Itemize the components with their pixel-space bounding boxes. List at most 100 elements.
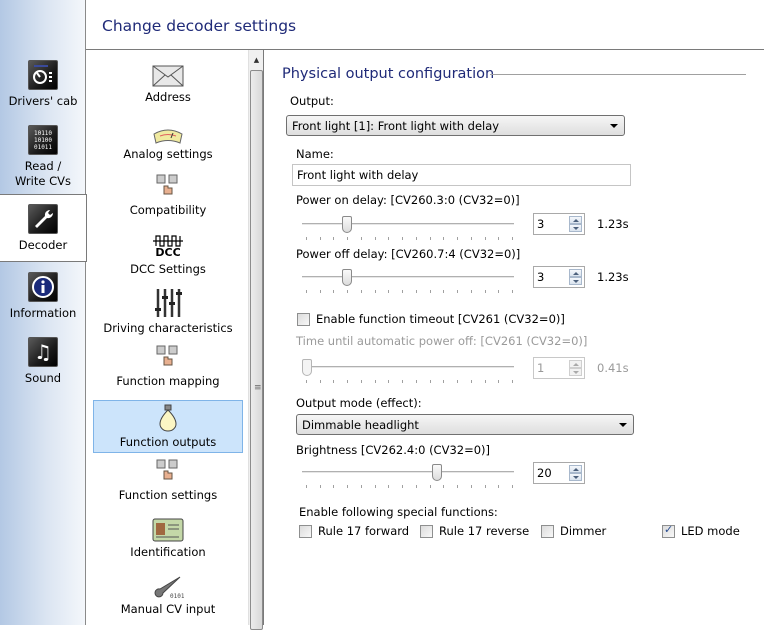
category-label: Compatibility <box>129 203 207 217</box>
slider-tick <box>457 380 459 383</box>
slider-tick <box>374 237 376 240</box>
checkbox-label: Enable function timeout [CV261 (CV32=0)] <box>316 312 565 326</box>
nav-item-sound[interactable]: ♫ Sound <box>0 337 86 386</box>
slider-tick <box>402 237 404 240</box>
slider-thumb[interactable] <box>342 269 353 286</box>
category-driving-characteristics[interactable]: Driving characteristics <box>93 288 243 335</box>
slider-track[interactable] <box>302 471 514 474</box>
category-label: Function mapping <box>116 374 220 388</box>
power-off-delay-slider[interactable] <box>302 268 514 294</box>
nav-item-information[interactable]: Information <box>0 272 86 321</box>
scroll-thumb[interactable]: ≡ <box>250 70 263 630</box>
page-title: Change decoder settings <box>102 17 297 35</box>
nav-label: Information <box>9 306 77 320</box>
spinner-value: 1 <box>537 361 545 375</box>
power-on-delay-slider[interactable] <box>302 215 514 241</box>
power-off-delay-spinner[interactable]: 3 <box>533 266 585 288</box>
dcc-icon-text: DCC <box>155 245 181 259</box>
slider-track[interactable] <box>302 276 514 279</box>
spinner-value: 3 <box>537 217 545 231</box>
category-function-mapping[interactable]: Function mapping <box>93 345 243 388</box>
spin-up-button[interactable] <box>569 465 582 473</box>
output-mode-value: Dimmable headlight <box>302 418 419 432</box>
slider-tick <box>347 237 349 240</box>
slider-tick <box>333 380 335 383</box>
slider-tick <box>360 290 362 293</box>
category-dcc-settings[interactable]: DCC DCC Settings <box>93 233 243 276</box>
drivers-cab-icon <box>28 60 58 90</box>
category-function-outputs[interactable]: Function outputs <box>93 400 243 453</box>
power-on-delay-spinner[interactable]: 3 <box>533 213 585 235</box>
spin-up-button[interactable] <box>569 269 582 277</box>
slider-tick <box>512 485 513 488</box>
slider-tick <box>470 237 472 240</box>
nav-item-drivers-cab[interactable]: Drivers' cab <box>0 60 86 109</box>
slider-thumb[interactable] <box>342 216 353 233</box>
slider-tick <box>347 290 349 293</box>
nav-label: Read / Write CVs <box>15 159 71 188</box>
category-function-settings[interactable]: Function settings <box>93 459 243 502</box>
checkbox-box[interactable] <box>420 524 433 538</box>
checkbox-box[interactable] <box>299 524 312 538</box>
output-mode-label: Output mode (effect): <box>296 396 422 410</box>
category-compatibility[interactable]: Compatibility <box>93 174 243 217</box>
auto-power-off-readout: 0.41s <box>597 361 629 375</box>
spin-down-button[interactable] <box>569 368 582 376</box>
rule17-forward-checkbox[interactable]: Rule 17 forward <box>299 524 409 538</box>
brightness-spinner[interactable]: 20 <box>533 462 585 484</box>
rule17-reverse-checkbox[interactable]: Rule 17 reverse <box>420 524 529 538</box>
spin-down-button[interactable] <box>569 277 582 285</box>
category-label: Analog settings <box>123 147 213 161</box>
auto-power-off-spinner[interactable]: 1 <box>533 357 585 379</box>
slider-tick <box>319 485 321 488</box>
brightness-slider[interactable] <box>302 463 514 489</box>
chevron-down-icon <box>610 124 618 128</box>
slider-ticks <box>306 380 513 384</box>
dimmer-checkbox[interactable]: Dimmer <box>541 524 606 538</box>
music-note-icon: ♫ <box>28 337 58 367</box>
category-manual-cv-input[interactable]: 0101 Manual CV input <box>93 575 243 616</box>
id-card-icon <box>93 518 243 542</box>
slider-track[interactable] <box>302 223 514 226</box>
category-analog-settings[interactable]: Analog settings <box>93 120 243 161</box>
function-timeout-checkbox[interactable]: Enable function timeout [CV261 (CV32=0)] <box>297 312 565 326</box>
name-input[interactable]: Front light with delay <box>292 164 631 186</box>
slider-tick <box>306 290 307 293</box>
slider-tick <box>374 380 376 383</box>
auto-power-off-slider[interactable] <box>302 358 514 384</box>
slider-tick <box>402 380 404 383</box>
slider-tick <box>319 237 321 240</box>
scroll-up-button[interactable]: ▲ <box>249 52 264 68</box>
output-mode-select[interactable]: Dimmable headlight <box>296 414 634 435</box>
spin-up-button[interactable] <box>569 360 582 368</box>
spin-up-button[interactable] <box>569 216 582 224</box>
slider-tick <box>498 485 500 488</box>
power-on-delay-readout: 1.23s <box>597 217 629 231</box>
category-scrollbar[interactable]: ▲ ≡ <box>248 50 264 630</box>
slider-tick <box>484 380 486 383</box>
nav-item-decoder[interactable]: Decoder <box>0 194 87 262</box>
output-select[interactable]: Front light [1]: Front light with delay <box>286 115 625 136</box>
checkbox-box[interactable] <box>541 524 554 538</box>
category-address[interactable]: Address <box>93 63 243 104</box>
category-identification[interactable]: Identification <box>93 518 243 559</box>
nav-item-read-write-cvs[interactable]: 10110 10100 01011 Read / Write CVs <box>0 125 86 189</box>
light-bulb-icon <box>94 404 242 432</box>
slider-tick <box>470 380 472 383</box>
slider-thumb[interactable] <box>432 464 443 481</box>
checkbox-label: Dimmer <box>560 524 607 538</box>
slider-tick <box>388 485 390 488</box>
slider-thumb[interactable] <box>302 359 312 376</box>
slider-track[interactable] <box>302 366 514 369</box>
spin-down-button[interactable] <box>569 224 582 232</box>
slider-tick <box>415 290 417 293</box>
slider-tick <box>498 237 500 240</box>
led-mode-checkbox[interactable]: LED mode <box>662 523 740 538</box>
spin-down-button[interactable] <box>569 473 582 481</box>
category-label: Function settings <box>118 488 218 502</box>
checkbox-box[interactable] <box>297 312 310 326</box>
slider-tick <box>360 380 362 383</box>
checkbox-box[interactable] <box>662 523 675 538</box>
slider-tick <box>470 290 472 293</box>
slider-tick <box>319 290 321 293</box>
